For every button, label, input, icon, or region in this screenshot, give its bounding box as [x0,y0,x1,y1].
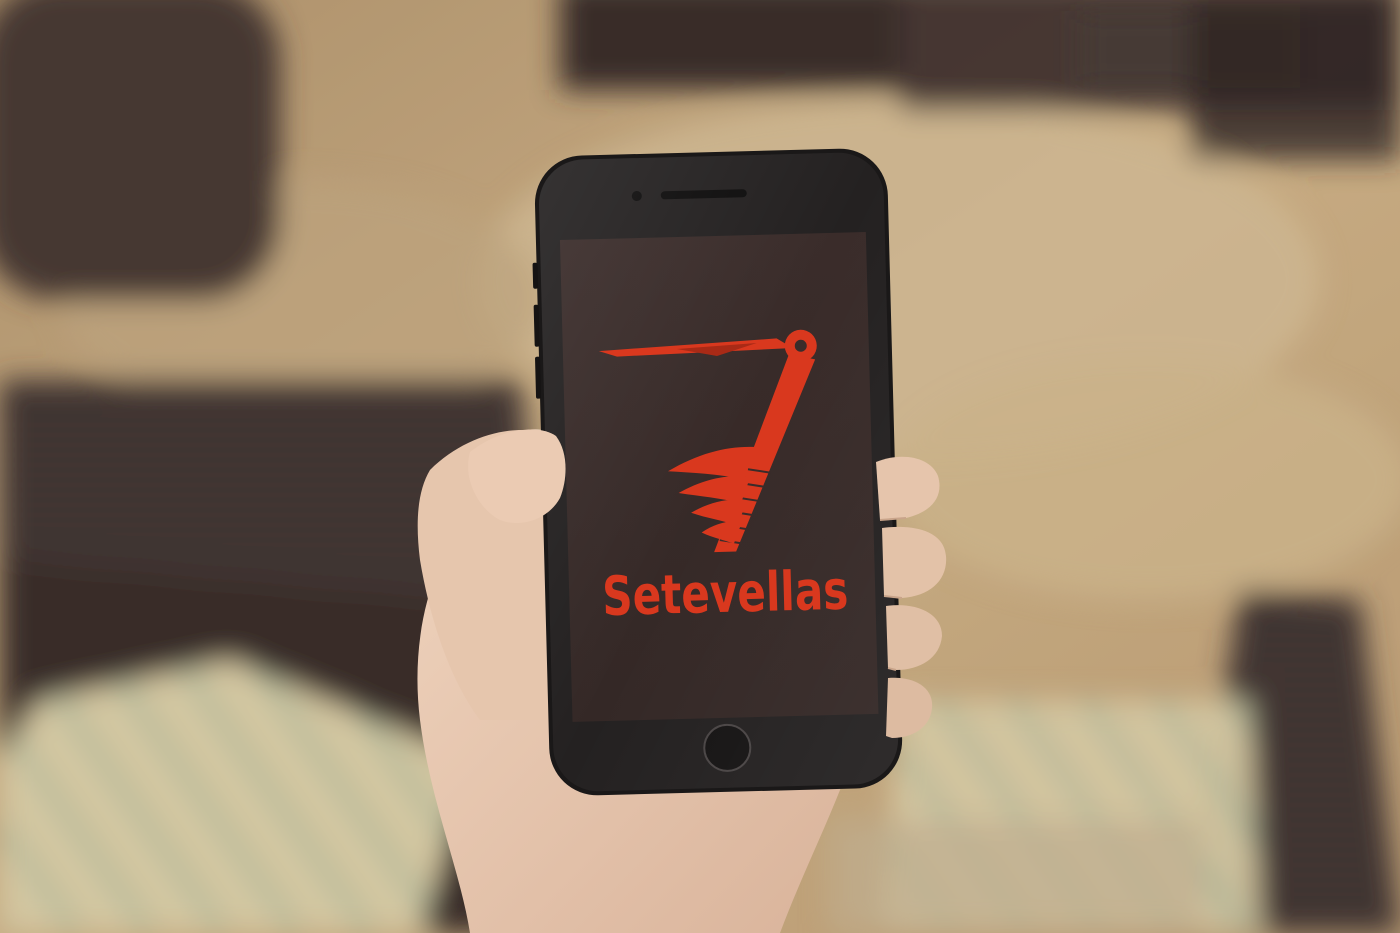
smartphone: Setevellas [532,148,903,796]
brand-name: Setevellas [601,559,849,628]
photo-scene: Setevellas [0,0,1400,933]
